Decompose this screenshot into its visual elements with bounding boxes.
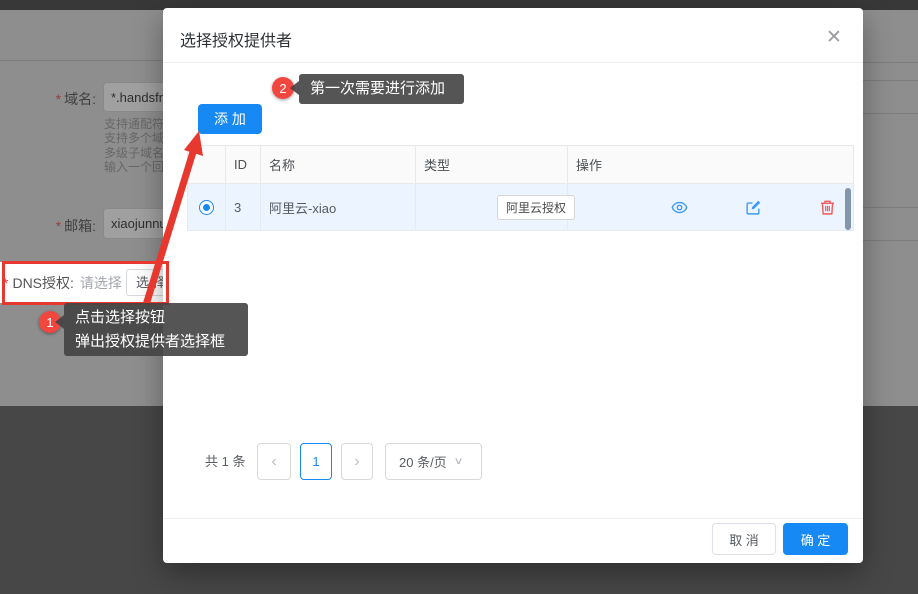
row-actions	[576, 199, 853, 216]
tour-step-2-tooltip: 第一次需要进行添加	[299, 74, 464, 104]
bg-row-line	[863, 80, 918, 81]
tooltip-line: 弹出授权提供者选择框	[75, 330, 248, 354]
bg-row-line	[863, 207, 918, 208]
table-scrollbar-thumb[interactable]	[845, 188, 851, 230]
tooltip-line: 点击选择按钮	[75, 306, 248, 330]
type-column-header: 类型	[416, 146, 568, 184]
cancel-button[interactable]: 取 消	[712, 523, 776, 555]
edit-icon[interactable]	[745, 199, 762, 216]
domain-label: *域名:	[0, 89, 96, 109]
chevron-right-icon: ›	[354, 453, 359, 471]
name-column-header: 名称	[261, 146, 416, 184]
select-provider-dialog: 选择授权提供者 ✕ 添 加 ID 名称 类型 操作 3 阿里云-xiao 阿里云…	[163, 8, 863, 563]
required-mark: *	[56, 91, 61, 107]
email-label: *邮箱:	[0, 216, 96, 236]
add-button[interactable]: 添 加	[198, 104, 262, 134]
dialog-title: 选择授权提供者	[180, 27, 292, 51]
tour-step-1-tooltip: 点击选择按钮 弹出授权提供者选择框	[64, 303, 248, 356]
page-size-value: 20 条/页	[399, 452, 447, 471]
select-column-header	[188, 146, 226, 184]
pagination-next-button[interactable]: ›	[341, 443, 373, 480]
tooltip-arrow	[290, 81, 299, 95]
screen: *域名: *.handsfree 支持通配符域名 支持多个域名、 多级子域名要分…	[0, 0, 918, 594]
row-radio-selected[interactable]	[199, 200, 214, 215]
id-column-header: ID	[226, 146, 261, 184]
bg-divider	[0, 60, 163, 61]
bg-row-line	[863, 240, 918, 241]
page-size-select[interactable]: 20 条/页 ∨	[385, 443, 482, 480]
type-tag: 阿里云授权	[497, 195, 575, 220]
close-icon[interactable]: ✕	[821, 24, 847, 50]
table-row[interactable]: 3 阿里云-xiao 阿里云授权	[188, 184, 854, 231]
table-header-row: ID 名称 类型 操作	[188, 146, 854, 184]
bg-row-line	[863, 113, 918, 114]
action-column-header: 操作	[568, 146, 854, 184]
tooltip-arrow	[55, 315, 64, 329]
chevron-left-icon: ‹	[271, 453, 276, 471]
delete-icon[interactable]	[819, 199, 836, 216]
footer-divider	[163, 518, 863, 519]
pagination-page-1[interactable]: 1	[300, 443, 332, 480]
chevron-down-icon: ∨	[453, 456, 463, 467]
bg-row-line	[863, 62, 918, 63]
row-name: 阿里云-xiao	[261, 184, 416, 231]
pagination-total: 共 1 条	[205, 443, 245, 480]
row-id: 3	[226, 184, 261, 231]
confirm-button[interactable]: 确 定	[783, 523, 848, 555]
tour-highlight-box	[2, 261, 169, 305]
view-icon[interactable]	[671, 199, 688, 216]
provider-table: ID 名称 类型 操作 3 阿里云-xiao 阿里云授权	[187, 145, 854, 231]
required-mark: *	[56, 218, 61, 234]
header-divider	[163, 62, 863, 63]
pagination-prev-button[interactable]: ‹	[257, 443, 291, 480]
